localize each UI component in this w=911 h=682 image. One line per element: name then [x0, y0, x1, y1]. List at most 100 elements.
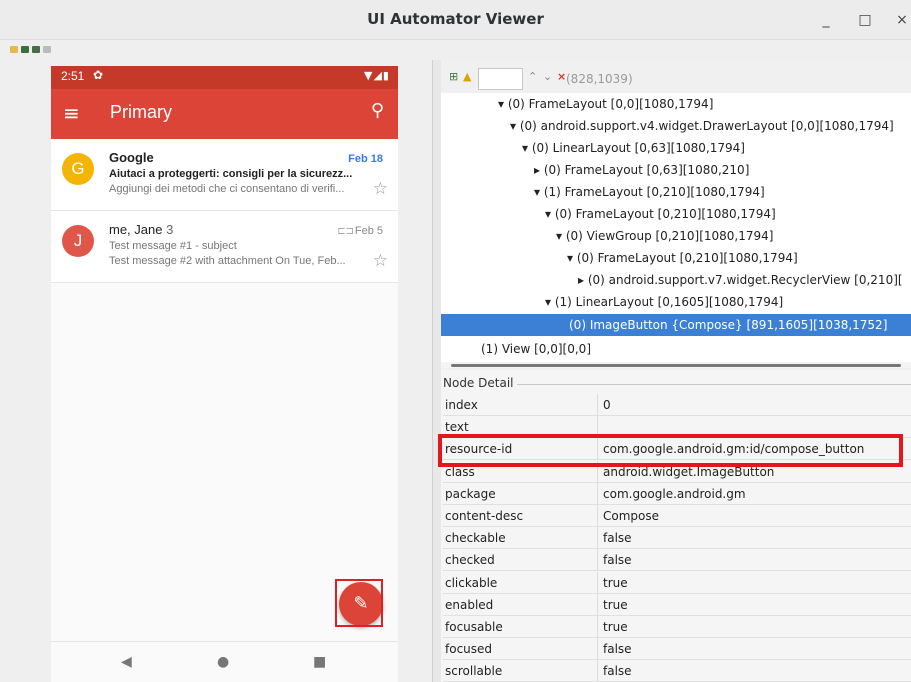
- group-border: [501, 384, 911, 385]
- tree-horizontal-scrollbar[interactable]: [441, 362, 911, 368]
- tree-node-label: (0) android.support.v4.widget.DrawerLayo…: [519, 119, 894, 133]
- tree-node-label: (0) ViewGroup [0,210][1080,1794]: [565, 229, 774, 243]
- hamburger-menu-icon[interactable]: ≡: [63, 101, 80, 125]
- tree-node-arrow[interactable]: ▾: [522, 141, 528, 155]
- tree-node-label: (0) FrameLayout [0,210][1080,1794]: [576, 251, 798, 265]
- clear-icon[interactable]: ×: [557, 70, 566, 83]
- star-icon[interactable]: ☆: [373, 251, 388, 271]
- property-row[interactable]: scrollable false: [443, 660, 911, 682]
- tree-node[interactable]: (1) View [0,0][0,0]: [481, 338, 591, 360]
- property-key: content-desc: [445, 509, 524, 523]
- property-row[interactable]: checked false: [443, 549, 911, 571]
- tree-node[interactable]: ▾ (0) ViewGroup [0,210][1080,1794]: [556, 225, 773, 247]
- property-value: com.google.android.gm: [603, 487, 746, 501]
- save-icon[interactable]: [43, 46, 51, 53]
- warning-icon[interactable]: ▲: [463, 70, 471, 83]
- column-separator: [597, 527, 598, 549]
- cursor-coordinates: (828,1039): [566, 72, 633, 86]
- tree-node[interactable]: ▾ (0) android.support.v4.widget.DrawerLa…: [510, 115, 894, 137]
- status-time: 2:51: [61, 69, 85, 83]
- property-value: Compose: [603, 509, 660, 523]
- tree-node[interactable]: ▾ (0) FrameLayout [0,210][1080,1794]: [545, 203, 776, 225]
- column-separator: [597, 616, 598, 638]
- property-row[interactable]: clickable true: [443, 572, 911, 594]
- property-value: true: [603, 576, 628, 590]
- tree-node[interactable]: ▾ (0) LinearLayout [0,63][1080,1794]: [522, 137, 745, 159]
- device-screenshot-icon[interactable]: [21, 46, 29, 53]
- property-key: focusable: [445, 620, 503, 634]
- hierarchy-tree: ▾ (0) FrameLayout [0,0][1080,1794] ▾ (0)…: [441, 93, 911, 366]
- property-key: checked: [445, 553, 495, 567]
- column-separator: [597, 638, 598, 660]
- search-icon[interactable]: ⚲: [371, 100, 384, 121]
- property-value: 0: [603, 398, 611, 412]
- column-separator: [597, 549, 598, 571]
- tree-node[interactable]: ▸ (0) FrameLayout [0,63][1080,210]: [534, 159, 749, 181]
- tree-node-arrow[interactable]: ▸: [578, 273, 584, 287]
- property-row[interactable]: checkable false: [443, 527, 911, 549]
- device-screenshot-compressed-icon[interactable]: [32, 46, 40, 53]
- tree-node-label: (1) View [0,0][0,0]: [481, 342, 591, 356]
- tree-node-label: (0) FrameLayout [0,210][1080,1794]: [554, 207, 776, 221]
- property-row[interactable]: index 0: [443, 394, 911, 416]
- tree-node-arrow[interactable]: ▾: [510, 119, 516, 133]
- tree-node-label: (0) android.support.v7.widget.RecyclerVi…: [587, 273, 903, 287]
- chevron-up-icon[interactable]: ⌃: [528, 70, 537, 83]
- pane-divider[interactable]: [432, 60, 441, 682]
- property-value: true: [603, 620, 628, 634]
- signal-battery-icon: ▼◢▮: [364, 69, 390, 82]
- email-list-item[interactable]: J me, Jane 3 ⊏⊐ Feb 5 Test message #1 - …: [51, 211, 398, 283]
- back-icon[interactable]: ◀: [121, 654, 132, 670]
- column-separator: [597, 483, 598, 505]
- open-folder-icon[interactable]: [10, 46, 18, 53]
- selection-highlight-box: [335, 579, 383, 627]
- property-row[interactable]: focused false: [443, 638, 911, 660]
- search-input[interactable]: [478, 68, 523, 90]
- tree-node-arrow[interactable]: ▾: [556, 229, 562, 243]
- tree-node-arrow[interactable]: ▾: [545, 295, 551, 309]
- avatar: J: [62, 225, 94, 257]
- app-bar-title: Primary: [110, 102, 172, 122]
- chevron-down-icon[interactable]: ⌄: [543, 70, 552, 83]
- property-row[interactable]: focusable true: [443, 616, 911, 638]
- node-detail-panel: Node Detail index 0 text resource-id com.g…: [441, 370, 911, 682]
- expand-all-icon[interactable]: ⊞: [449, 70, 458, 83]
- property-key: checkable: [445, 531, 506, 545]
- property-row[interactable]: package com.google.android.gm: [443, 483, 911, 505]
- tree-node-arrow[interactable]: ▸: [534, 163, 540, 177]
- tree-node-selected[interactable]: (0) ImageButton {Compose} [891,1605][103…: [441, 314, 911, 336]
- email-sender: me, Jane 3: [109, 222, 173, 237]
- tree-node[interactable]: ▾ (1) LinearLayout [0,1605][1080,1794]: [545, 291, 783, 313]
- tree-node[interactable]: ▾ (0) FrameLayout [0,0][1080,1794]: [498, 93, 713, 115]
- recents-icon[interactable]: ■: [313, 654, 326, 670]
- screenshot-pane: 2:51 ✿ ▼◢▮ ≡ Primary ⚲ G Google Feb 18 A…: [0, 60, 432, 682]
- maximize-button[interactable]: □: [853, 8, 877, 32]
- tree-node[interactable]: ▸ (0) android.support.v7.widget.Recycler…: [578, 269, 903, 291]
- scrollbar-thumb[interactable]: [451, 364, 901, 367]
- tree-node[interactable]: ▾ (1) FrameLayout [0,210][1080,1794]: [534, 181, 765, 203]
- column-separator: [597, 505, 598, 527]
- tree-node-label: (0) FrameLayout [0,0][1080,1794]: [507, 97, 714, 111]
- device-screen[interactable]: 2:51 ✿ ▼◢▮ ≡ Primary ⚲ G Google Feb 18 A…: [51, 66, 398, 682]
- tree-node-arrow[interactable]: ▾: [567, 251, 573, 265]
- email-list-item[interactable]: G Google Feb 18 Aiutaci a proteggerti: c…: [51, 139, 398, 211]
- close-button[interactable]: ×: [890, 8, 911, 32]
- column-separator: [597, 394, 598, 416]
- property-key: index: [445, 398, 478, 412]
- minimize-button[interactable]: _: [814, 8, 838, 32]
- home-icon[interactable]: ●: [217, 654, 229, 670]
- property-value: false: [603, 553, 632, 567]
- email-subject: Test message #1 - subject: [109, 240, 237, 252]
- star-icon[interactable]: ☆: [373, 179, 388, 199]
- tree-node-arrow[interactable]: ▾: [545, 207, 551, 221]
- property-row[interactable]: enabled true: [443, 594, 911, 616]
- tree-node-arrow[interactable]: ▾: [498, 97, 504, 111]
- property-key: clickable: [445, 576, 498, 590]
- status-bar: 2:51 ✿ ▼◢▮: [51, 66, 398, 89]
- column-separator: [597, 660, 598, 682]
- tree-node-arrow[interactable]: ▾: [534, 185, 540, 199]
- email-subject: Aiutaci a proteggerti: consigli per la s…: [109, 168, 353, 180]
- property-value: false: [603, 642, 632, 656]
- tree-node[interactable]: ▾ (0) FrameLayout [0,210][1080,1794]: [567, 247, 798, 269]
- property-row[interactable]: content-desc Compose: [443, 505, 911, 527]
